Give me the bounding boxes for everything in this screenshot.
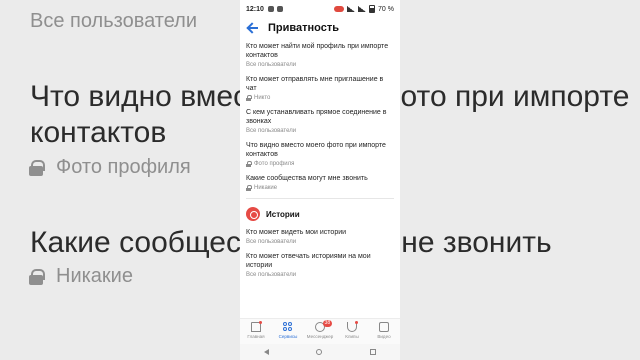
- tab-label: Мессенджер: [306, 334, 334, 339]
- tab-clips[interactable]: Клипы: [336, 319, 368, 344]
- privacy-question: Что видно вместо моего фото при импорте …: [246, 142, 386, 158]
- privacy-value: Все пользователи: [246, 62, 297, 68]
- tab-video[interactable]: Видео: [368, 319, 400, 344]
- tab-label: Клипы: [345, 334, 359, 339]
- phone-screen: 12:10 70 % Приватность Кто может найти м…: [240, 0, 400, 360]
- tab-messenger[interactable]: 38 Мессенджер: [304, 319, 336, 344]
- wifi-icon: [358, 6, 367, 12]
- system-nav-bar: [240, 344, 400, 360]
- stories-icon: [246, 207, 260, 221]
- privacy-item[interactable]: Кто может найти мой профиль при импорте …: [246, 42, 394, 69]
- stories-section-title: Истории: [266, 209, 300, 219]
- status-time: 12:10: [246, 5, 264, 13]
- bg-text-photo-profile: Фото профиля: [29, 156, 191, 179]
- privacy-value: Все пользователи: [246, 128, 297, 134]
- privacy-value: Никакие: [246, 184, 394, 192]
- bottom-tab-bar: Главная Сервисы 38 Мессенджер Клипы Виде…: [240, 318, 400, 344]
- app-header: Приватность: [240, 18, 400, 38]
- tab-label: Видео: [377, 334, 391, 339]
- privacy-question: Какие сообщества могут мне звонить: [246, 175, 368, 182]
- tab-label: Главная: [247, 334, 265, 339]
- stories-question: Кто может отвечать историями на мои исто…: [246, 253, 371, 269]
- bg-text-contacts: контактов: [30, 116, 167, 149]
- privacy-item[interactable]: Что видно вместо моего фото при импорте …: [246, 141, 394, 168]
- privacy-question: Кто может отправлять мне приглашение в ч…: [246, 76, 384, 92]
- tab-label: Сервисы: [278, 334, 298, 339]
- stories-value: Все пользователи: [246, 272, 297, 278]
- lock-icon: [246, 161, 252, 167]
- stories-value: Все пользователи: [246, 239, 297, 245]
- privacy-item[interactable]: Какие сообщества могут мне звонить Никак…: [246, 174, 394, 192]
- bg-text-none: Никакие: [29, 265, 133, 288]
- bg-text-all-users: Все пользователи: [30, 10, 198, 32]
- privacy-question: С кем устанавливать прямое соединение в …: [246, 109, 387, 125]
- notification-icon: [267, 6, 274, 12]
- video-icon: [379, 322, 389, 332]
- status-bar: 12:10 70 %: [240, 0, 400, 18]
- nav-back-icon[interactable]: [263, 349, 269, 355]
- privacy-question: Кто может найти мой профиль при импорте …: [246, 43, 389, 59]
- tab-services[interactable]: Сервисы: [272, 319, 304, 344]
- page-title: Приватность: [268, 22, 339, 34]
- telegram-icon: [276, 6, 283, 12]
- battery-level: 70 %: [378, 5, 394, 13]
- stories-question: Кто может видеть мои истории: [246, 229, 347, 236]
- lock-icon: [246, 95, 252, 101]
- lock-icon: [246, 185, 252, 191]
- signal-icon: [347, 6, 356, 12]
- privacy-value: Никто: [246, 94, 394, 102]
- notification-dot: [355, 321, 359, 324]
- battery-icon: [369, 5, 376, 13]
- stories-section-header: Истории: [246, 207, 394, 221]
- privacy-item[interactable]: Кто может отправлять мне приглашение в ч…: [246, 75, 394, 102]
- back-arrow-icon[interactable]: [246, 21, 260, 35]
- tab-home[interactable]: Главная: [240, 319, 272, 344]
- nav-home-icon[interactable]: [316, 349, 323, 355]
- stories-item[interactable]: Кто может отвечать историями на мои исто…: [246, 252, 394, 279]
- notification-dot: [259, 321, 263, 324]
- privacy-value: Фото профиля: [246, 160, 394, 168]
- unread-badge: 38: [322, 320, 333, 327]
- recording-icon: [334, 6, 345, 12]
- services-icon: [283, 322, 293, 332]
- nav-recent-icon[interactable]: [370, 349, 377, 355]
- stories-item[interactable]: Кто может видеть мои истории Все пользов…: [246, 228, 394, 246]
- lock-icon: [29, 269, 45, 285]
- section-divider: [246, 198, 394, 199]
- privacy-item[interactable]: С кем устанавливать прямое соединение в …: [246, 108, 394, 135]
- settings-list: Кто может найти мой профиль при импорте …: [240, 38, 400, 279]
- lock-icon: [29, 160, 45, 176]
